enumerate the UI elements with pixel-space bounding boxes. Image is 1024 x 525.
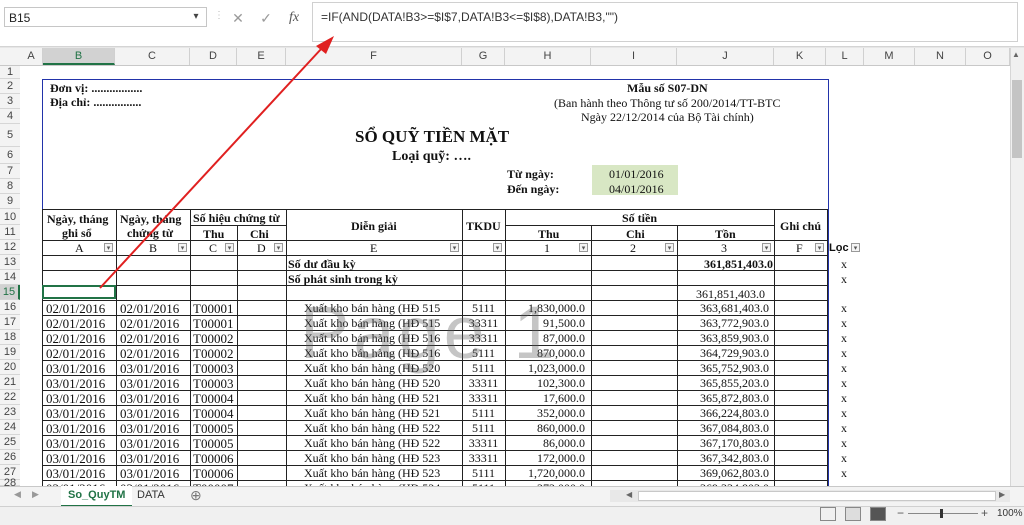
tab-data[interactable]: DATA (130, 486, 172, 505)
hscroll-right-icon[interactable]: ▶ (999, 490, 1005, 499)
scroll-up-icon[interactable]: ▲ (1012, 50, 1020, 59)
annotation-arrow (99, 36, 334, 289)
page-break-view-icon[interactable] (870, 507, 886, 521)
add-sheet-icon[interactable]: ⊕ (190, 487, 202, 504)
zoom-slider[interactable] (908, 513, 978, 514)
zoom-level[interactable]: 100% (997, 508, 1023, 519)
zoom-slider-thumb[interactable] (940, 509, 943, 518)
zoom-out-icon[interactable]: − (897, 506, 904, 520)
tab-scroll-left-icon[interactable]: ◀ (14, 489, 21, 500)
hscroll-left-icon[interactable]: ◀ (626, 490, 632, 499)
tab-scroll-right-icon[interactable]: ▶ (32, 489, 39, 500)
page-layout-icon[interactable] (845, 507, 861, 521)
vertical-scroll-thumb[interactable] (1012, 80, 1022, 158)
horizontal-scroll-thumb[interactable] (638, 491, 996, 501)
tab-so-quytm[interactable]: So_QuyTM (61, 486, 133, 507)
normal-view-icon[interactable] (820, 507, 836, 521)
zoom-in-icon[interactable]: + (981, 506, 988, 520)
